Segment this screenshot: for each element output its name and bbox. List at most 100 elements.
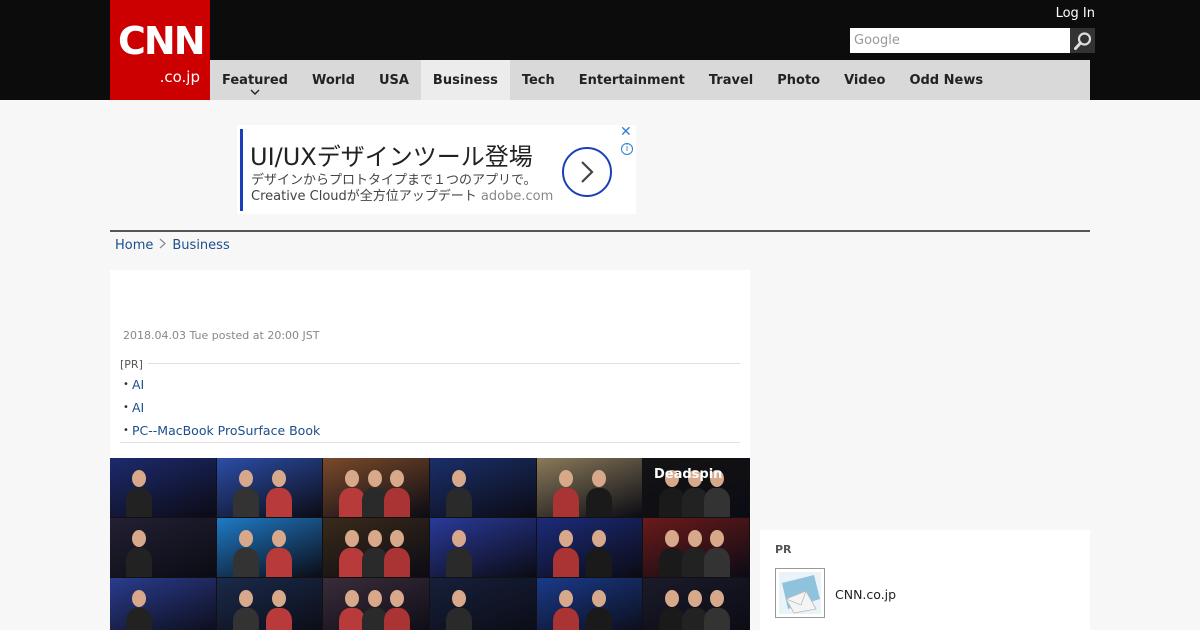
nav-item-world[interactable]: World xyxy=(300,60,367,100)
breadcrumb-business[interactable]: Business xyxy=(172,238,229,253)
ad-banner[interactable]: UI/UXデザインツール登場 デザインからプロトタイプまで１つのアプリで。 Cr… xyxy=(237,125,636,214)
login-link[interactable]: Log In xyxy=(1030,6,1095,21)
ad-title: UI/UXデザインツール登場 xyxy=(250,143,533,171)
article-image: Deadspin xyxy=(110,458,750,630)
pr-link[interactable]: AI xyxy=(132,400,144,415)
anchor-figure xyxy=(232,608,259,630)
anchor-head xyxy=(345,530,360,547)
anchor-figure xyxy=(703,488,730,517)
pr-label: [PR] xyxy=(120,358,143,371)
nav-item-video[interactable]: Video xyxy=(832,60,897,100)
list-item: • AI xyxy=(120,396,320,419)
collage-tile xyxy=(536,458,643,517)
collage-tile xyxy=(216,458,323,517)
anchor-head xyxy=(591,530,606,547)
breadcrumb-home[interactable]: Home xyxy=(115,238,153,253)
pr-list: • AI • AI • PC--MacBook ProSurface Book xyxy=(120,373,320,442)
collage-tile xyxy=(536,578,643,630)
collage-tile xyxy=(110,578,216,630)
nav-item-odd-news[interactable]: Odd News xyxy=(897,60,995,100)
logo-text: CNN xyxy=(118,19,206,63)
anchor-head xyxy=(665,530,680,547)
anchor-head xyxy=(271,590,286,607)
magnifier-icon xyxy=(1073,31,1091,50)
article-date: 2018.04.03 Tue posted at 20:00 JST xyxy=(123,329,320,342)
anchor-figure xyxy=(585,548,612,577)
nav-item-entertainment[interactable]: Entertainment xyxy=(567,60,697,100)
sidebar-thumbnail[interactable] xyxy=(775,568,825,618)
anchor-head xyxy=(271,470,286,487)
nav-item-tech[interactable]: Tech xyxy=(510,60,567,100)
close-icon[interactable]: ✕ xyxy=(620,125,632,139)
divider xyxy=(120,442,740,443)
main-nav: Featured World USA Business Tech Enterta… xyxy=(210,60,1090,100)
chevron-right-icon xyxy=(581,161,594,183)
anchor-head xyxy=(389,530,404,547)
sidebar-pr-link[interactable]: CNN.co.jp xyxy=(835,587,896,602)
anchor-head xyxy=(271,530,286,547)
anchor-figure xyxy=(585,488,612,517)
nav-label: Business xyxy=(432,72,498,88)
nav-label: Featured xyxy=(222,72,288,88)
anchor-head xyxy=(558,470,573,487)
nav-item-travel[interactable]: Travel xyxy=(697,60,765,100)
anchor-head xyxy=(687,530,702,547)
logo-subtext: .co.jp xyxy=(159,68,200,86)
collage-tile xyxy=(536,518,643,577)
collage-tile xyxy=(430,518,536,577)
anchor-head xyxy=(665,590,680,607)
anchor-head xyxy=(558,590,573,607)
anchor-head xyxy=(345,590,360,607)
nav-label: Tech xyxy=(521,72,555,88)
anchor-figure xyxy=(446,548,472,577)
anchor-head xyxy=(238,530,253,547)
nav-item-photo[interactable]: Photo xyxy=(765,60,832,100)
anchor-figure xyxy=(552,488,579,517)
anchor-head xyxy=(367,530,382,547)
anchor-figure xyxy=(265,608,292,630)
anchor-figure xyxy=(703,608,730,630)
collage-tile xyxy=(216,578,323,630)
anchor-figure xyxy=(126,608,152,630)
chevron-right-icon xyxy=(159,238,167,253)
nav-label: World xyxy=(311,72,355,88)
anchor-figure xyxy=(383,608,410,630)
anchor-head xyxy=(238,470,253,487)
info-icon[interactable]: i xyxy=(621,143,633,155)
pr-link[interactable]: AI xyxy=(132,377,144,392)
anchor-head xyxy=(709,590,724,607)
nav-label: Odd News xyxy=(909,72,984,88)
cnn-logo[interactable]: CNN .co.jp xyxy=(110,0,210,100)
nav-label: Video xyxy=(844,72,886,88)
search-input[interactable] xyxy=(850,28,1070,53)
ad-next-button[interactable] xyxy=(562,147,612,197)
collage-tile xyxy=(643,578,749,630)
anchor-figure xyxy=(446,488,472,517)
collage-tile xyxy=(323,518,429,577)
anchor-head xyxy=(687,590,702,607)
anchor-head xyxy=(389,470,404,487)
nav-item-featured[interactable]: Featured xyxy=(210,60,300,100)
sidebar-pr: PR CNN.co.jp xyxy=(760,530,1090,630)
search-button[interactable] xyxy=(1070,28,1095,53)
collage-tile xyxy=(430,458,536,517)
anchor-head xyxy=(132,530,146,547)
breadcrumb: Home Business xyxy=(115,238,230,253)
anchor-figure xyxy=(232,548,259,577)
collage-tile xyxy=(430,578,536,630)
nav-item-usa[interactable]: USA xyxy=(367,60,421,100)
pr-link[interactable]: PC--MacBook ProSurface Book xyxy=(132,423,320,438)
anchor-head xyxy=(452,470,466,487)
nav-label: Entertainment xyxy=(578,72,685,88)
collage-tile xyxy=(216,518,323,577)
anchor-figure xyxy=(232,488,259,517)
anchor-head xyxy=(558,530,573,547)
collage-tile xyxy=(323,458,429,517)
anchor-head xyxy=(709,530,724,547)
ad-domain: adobe.com xyxy=(480,189,554,204)
anchor-head xyxy=(452,590,466,607)
anchor-head xyxy=(132,590,146,607)
nav-item-business[interactable]: Business xyxy=(420,60,510,100)
anchor-figure xyxy=(446,608,472,630)
bullet: • xyxy=(123,425,129,436)
